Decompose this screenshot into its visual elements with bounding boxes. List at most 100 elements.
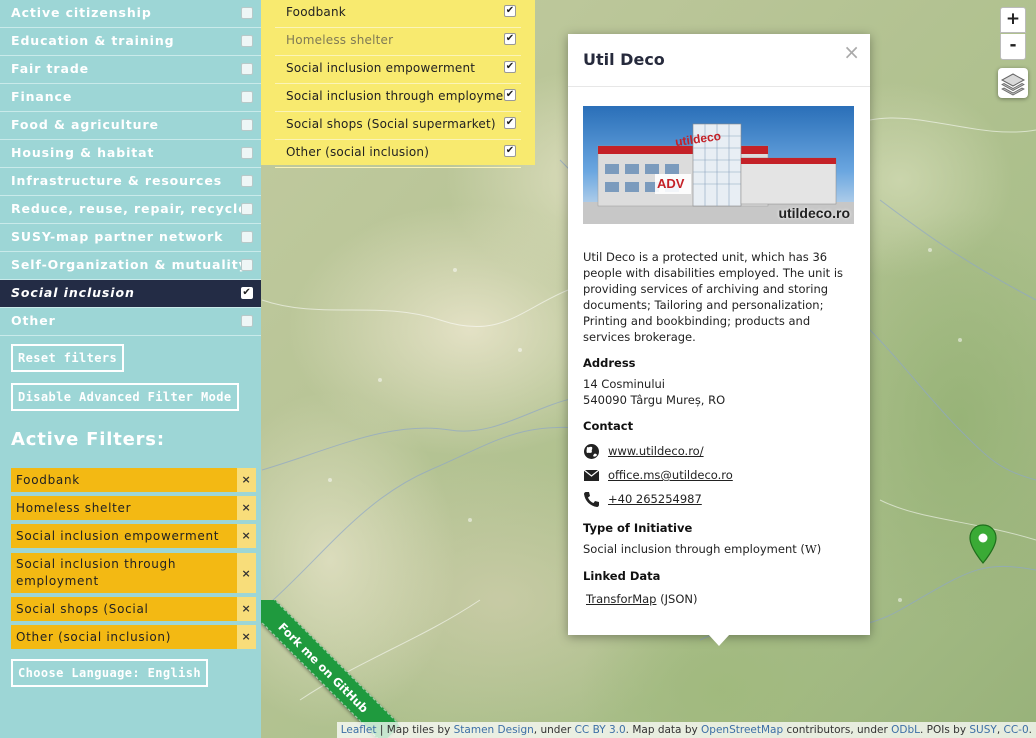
category-item[interactable]: Finance (0, 84, 261, 112)
leaflet-link[interactable]: Leaflet (341, 724, 377, 736)
subfilter-item[interactable]: Other (social inclusion) ✔ (275, 140, 521, 168)
category-checkbox[interactable] (241, 175, 253, 187)
active-filter-tag: Other (social inclusion) × (11, 625, 256, 649)
category-item[interactable]: Social inclusion ✔ (0, 280, 261, 308)
ribbon-container: Fork me on GitHub (261, 600, 401, 738)
phone-link[interactable]: +40 265254987 (608, 492, 702, 506)
category-item[interactable]: Education & training (0, 28, 261, 56)
category-item[interactable]: Self-Organization & mutuality (0, 252, 261, 280)
category-checkbox[interactable] (241, 35, 253, 47)
remove-filter-button[interactable]: × (237, 524, 256, 548)
category-label: Other (11, 313, 56, 328)
active-filter-tag: Social inclusion empowerment × (11, 524, 256, 548)
subfilter-item[interactable]: Social inclusion empowerment ✔ (275, 56, 521, 84)
category-item[interactable]: Fair trade (0, 56, 261, 84)
stamen-link[interactable]: Stamen Design (454, 724, 534, 736)
active-filter-label: Foodbank (16, 473, 80, 487)
category-label: SUSY-map partner network (11, 229, 224, 244)
category-label: Fair trade (11, 61, 90, 76)
cc0-link[interactable]: CC-0 (1004, 724, 1029, 736)
attribution-text: , under (533, 724, 575, 736)
type-value-close: ) (816, 542, 822, 556)
subfilter-checkbox[interactable]: ✔ (504, 145, 516, 157)
odbl-link[interactable]: ODbL (891, 724, 920, 736)
envelope-icon (583, 469, 600, 481)
category-checkbox[interactable] (241, 91, 253, 103)
remove-filter-button[interactable]: × (237, 597, 256, 621)
category-item[interactable]: Housing & habitat (0, 140, 261, 168)
map-attribution: Leaflet | Map tiles by Stamen Design, un… (336, 722, 1036, 738)
fork-me-ribbon[interactable]: Fork me on GitHub (261, 600, 401, 738)
attribution-text: contributors, under (783, 724, 892, 736)
subfilter-checkbox[interactable]: ✔ (504, 5, 516, 17)
remove-filter-button[interactable]: × (237, 468, 256, 492)
subfilter-label: Foodbank (286, 5, 346, 19)
remove-filter-button[interactable]: × (237, 625, 256, 649)
transformap-link[interactable]: TransforMap (586, 592, 656, 606)
remove-filter-button[interactable]: × (237, 553, 256, 593)
active-filter-label: Homeless shelter (16, 501, 132, 515)
category-checkbox[interactable] (241, 147, 253, 159)
susy-link[interactable]: SUSY (969, 724, 996, 736)
category-label: Housing & habitat (11, 145, 155, 160)
subfilter-label: Social inclusion through employment (286, 89, 517, 103)
subfilter-item[interactable]: Foodbank ✔ (275, 0, 521, 28)
subfilter-item[interactable]: Homeless shelter ✔ (275, 28, 521, 56)
category-checkbox[interactable] (241, 231, 253, 243)
category-label: Education & training (11, 33, 175, 48)
contact-heading: Contact (583, 419, 634, 433)
linked-data-heading: Linked Data (583, 569, 661, 583)
subfilter-checkbox[interactable]: ✔ (504, 117, 516, 129)
phone-icon (584, 492, 599, 507)
address-line-2: 540090 Târgu Mureș, RO (583, 393, 726, 407)
layers-control[interactable] (998, 68, 1028, 98)
subfilter-checkbox[interactable]: ✔ (504, 61, 516, 73)
adv-logo-text: ADV (657, 176, 685, 191)
address-heading: Address (583, 356, 636, 370)
category-item[interactable]: Other (0, 308, 261, 336)
email-link[interactable]: office.ms@utildeco.ro (608, 468, 733, 482)
active-filter-label: Social inclusion through employment (16, 557, 177, 588)
subfilter-checkbox[interactable]: ✔ (504, 89, 516, 101)
subfilter-item[interactable]: Social inclusion through employment ✔ (275, 84, 521, 112)
category-checkbox[interactable] (241, 315, 253, 327)
category-item[interactable]: SUSY-map partner network (0, 224, 261, 252)
subfilter-panel: Foodbank ✔ Homeless shelter ✔ Social inclusi… (261, 0, 535, 168)
popup-close-button[interactable]: × (843, 40, 860, 64)
zoom-in-button[interactable]: + (1000, 7, 1026, 33)
choose-language-button[interactable]: Choose Language: English (11, 659, 208, 687)
disable-advanced-filter-button[interactable]: Disable Advanced Filter Mode (11, 383, 239, 411)
category-checkbox[interactable] (241, 259, 253, 271)
cc-by-link[interactable]: CC BY 3.0 (575, 724, 626, 736)
wikipedia-icon[interactable]: W (805, 542, 817, 556)
website-watermark-text: utildeco.ro (778, 205, 850, 221)
remove-filter-button[interactable]: × (237, 496, 256, 520)
sidebar: Active citizenship Education & training Fa… (0, 0, 261, 738)
linked-data-row: TransforMap (JSON) (583, 591, 855, 607)
category-checkbox[interactable] (241, 7, 253, 19)
osm-link[interactable]: OpenStreetMap (701, 724, 783, 736)
category-item[interactable]: Active citizenship (0, 0, 261, 28)
zoom-out-button[interactable]: - (1000, 34, 1026, 60)
map-marker-icon[interactable] (969, 524, 997, 564)
json-label: (JSON) (656, 592, 698, 606)
category-item[interactable]: Reduce, reuse, repair, recycle (0, 196, 261, 224)
category-item[interactable]: Infrastructure & resources (0, 168, 261, 196)
contact-website-row: www.utildeco.ro/ (583, 442, 855, 466)
website-link[interactable]: www.utildeco.ro/ (608, 444, 704, 458)
active-filter-label: Social inclusion empowerment (16, 529, 220, 543)
active-filter-tag: Social shops (Social supermarket) × (11, 597, 256, 640)
category-checkbox[interactable]: ✔ (241, 287, 253, 299)
active-filter-label: Other (social inclusion) (16, 630, 172, 644)
subfilter-item[interactable]: Social shops (Social supermarket) ✔ (275, 112, 521, 140)
category-checkbox[interactable] (241, 63, 253, 75)
category-checkbox[interactable] (241, 203, 253, 215)
attribution-text: . POIs by (919, 724, 970, 736)
contact-email-row: office.ms@utildeco.ro (583, 466, 855, 490)
reset-filters-button[interactable]: Reset filters (11, 344, 125, 372)
category-label: Self-Organization & mutuality (11, 257, 248, 272)
category-list: Active citizenship Education & training Fa… (0, 0, 261, 336)
subfilter-checkbox[interactable]: ✔ (504, 33, 516, 45)
category-item[interactable]: Food & agriculture (0, 112, 261, 140)
category-checkbox[interactable] (241, 119, 253, 131)
